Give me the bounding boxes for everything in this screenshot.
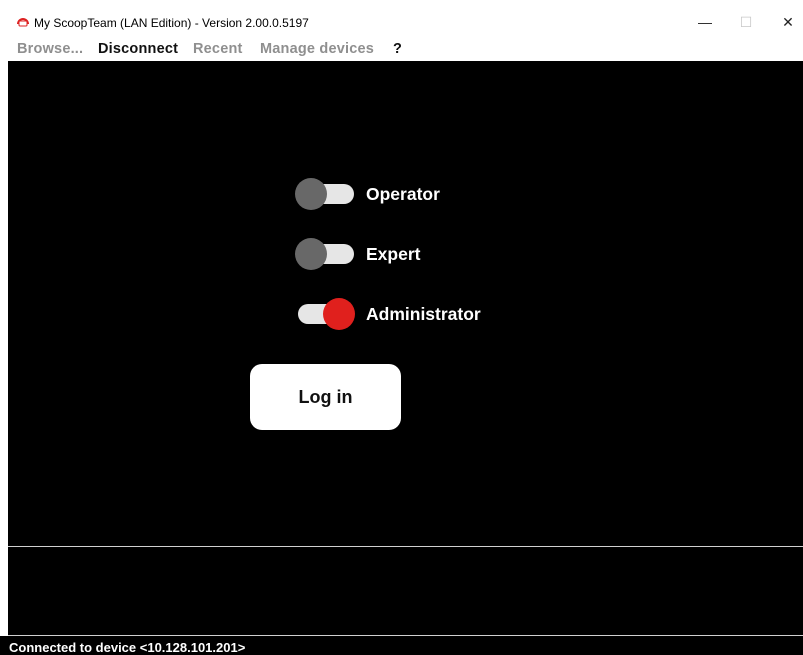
- role-label: Expert: [366, 244, 421, 264]
- expert-toggle[interactable]: [295, 238, 355, 270]
- window-title: My ScoopTeam (LAN Edition) - Version 2.0…: [34, 16, 309, 30]
- role-label: Administrator: [366, 304, 481, 324]
- menu-manage-devices[interactable]: Manage devices: [260, 41, 374, 58]
- administrator-toggle[interactable]: [295, 298, 355, 330]
- status-bar: Connected to device <10.128.101.201>: [0, 636, 803, 655]
- app-logo-icon: [17, 18, 29, 27]
- toggle-knob: [295, 238, 327, 270]
- menu-browse[interactable]: Browse...: [17, 41, 83, 58]
- menu-help[interactable]: ?: [393, 41, 402, 58]
- toggle-knob: [295, 178, 327, 210]
- connection-status: Connected to device <10.128.101.201>: [9, 640, 246, 655]
- role-option-expert[interactable]: Expert: [295, 238, 595, 270]
- app-window: My ScoopTeam (LAN Edition) - Version 2.0…: [0, 0, 803, 655]
- login-button[interactable]: Log in: [250, 364, 401, 430]
- message-area: [8, 547, 803, 635]
- operator-toggle[interactable]: [295, 178, 355, 210]
- role-option-operator[interactable]: Operator: [295, 178, 595, 210]
- role-option-administrator[interactable]: Administrator: [295, 298, 595, 330]
- title-bar: My ScoopTeam (LAN Edition) - Version 2.0…: [0, 0, 803, 40]
- window-left-edge: [0, 61, 8, 636]
- maximize-button[interactable]: ☐: [726, 8, 766, 36]
- close-button[interactable]: ✕: [768, 8, 803, 36]
- toggle-knob: [323, 298, 355, 330]
- menu-bar: Browse... Disconnect Recent Manage devic…: [0, 40, 803, 60]
- menu-disconnect[interactable]: Disconnect: [98, 41, 178, 58]
- minimize-button[interactable]: —: [685, 8, 725, 36]
- role-label: Operator: [366, 184, 440, 204]
- menu-recent[interactable]: Recent: [193, 41, 243, 58]
